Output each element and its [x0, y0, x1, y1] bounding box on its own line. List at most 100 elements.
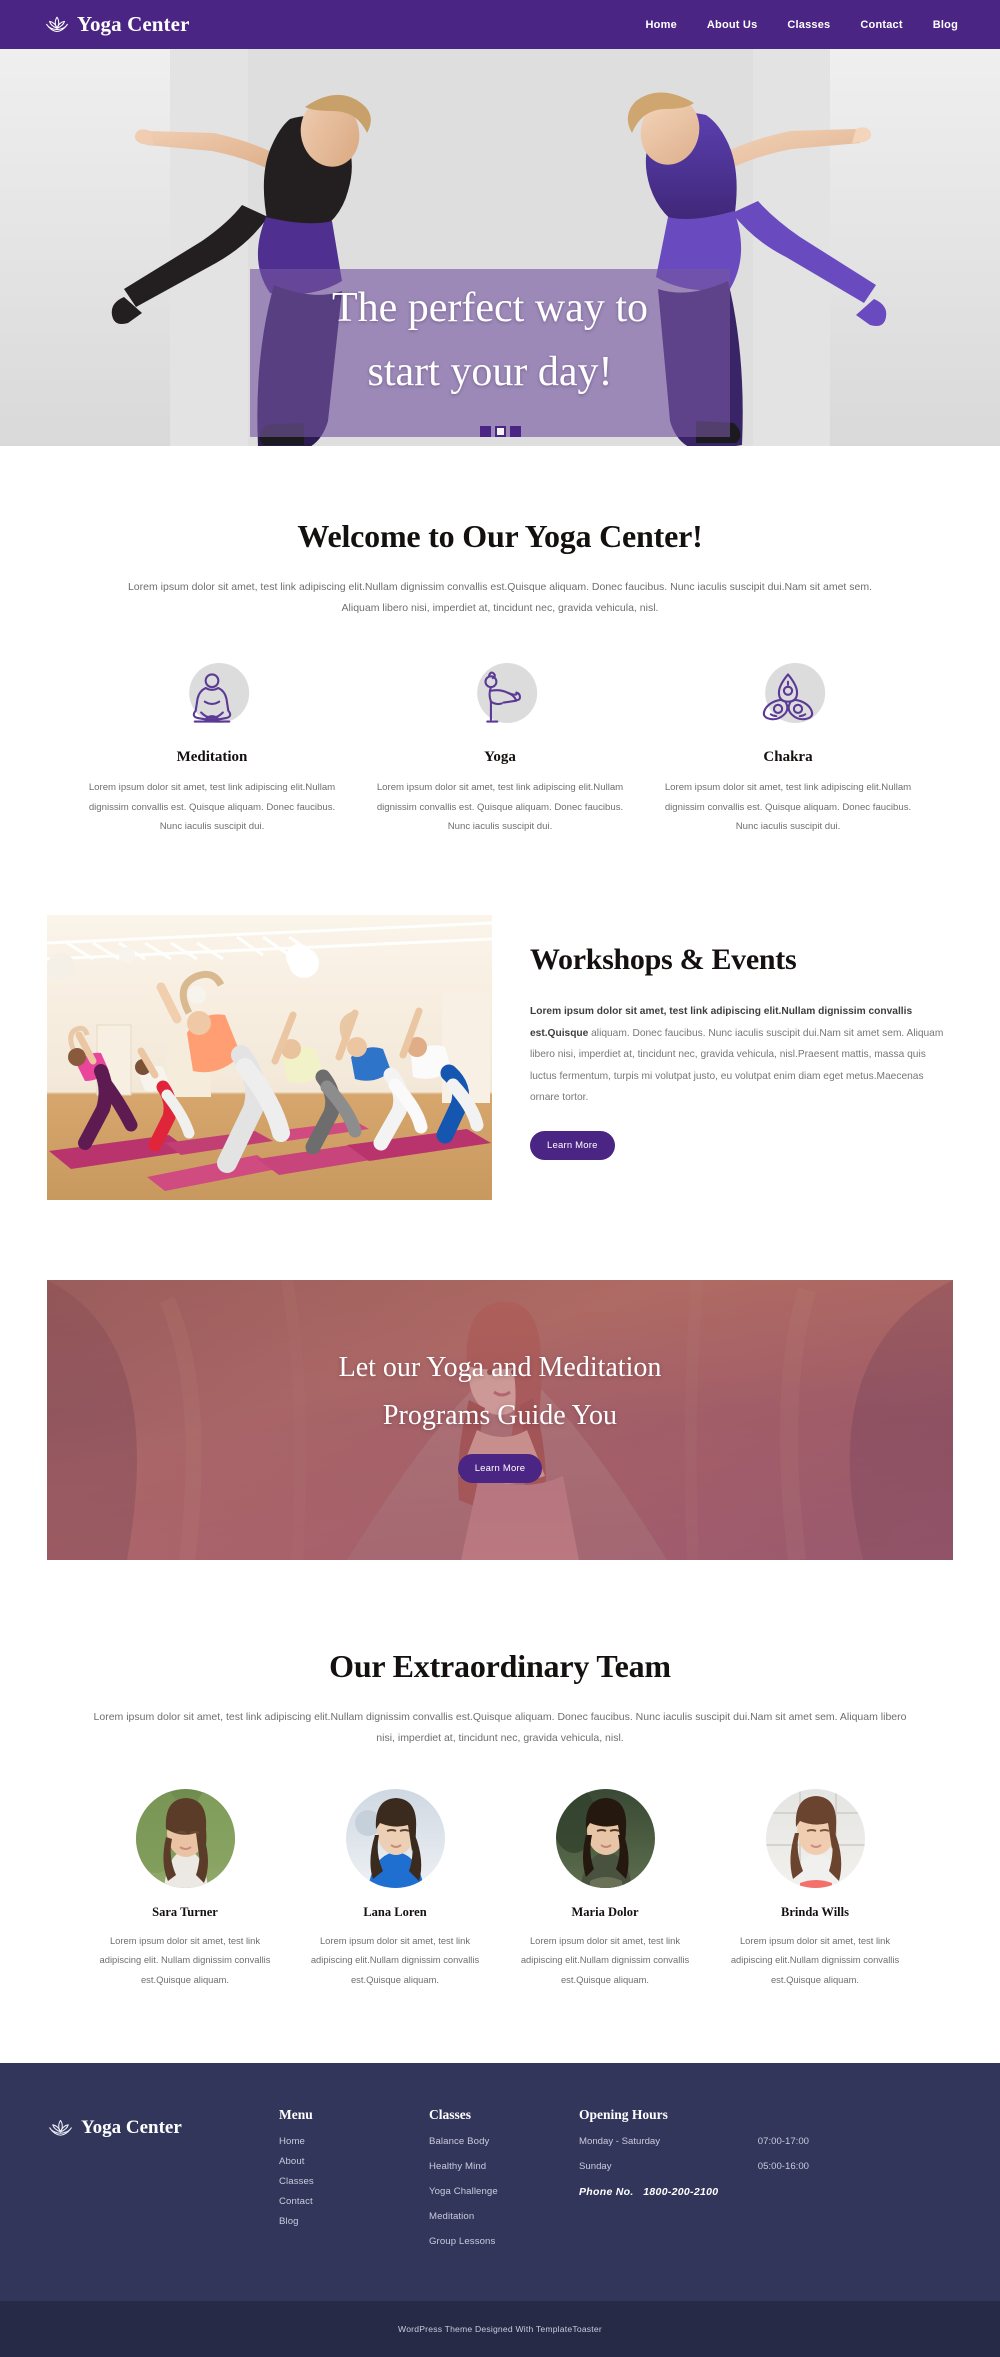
service-name: Meditation — [176, 749, 248, 765]
team-member-card: Lana Loren Lorem ipsum dolor sit amet, t… — [290, 1788, 500, 1989]
cta-banner: Let our Yoga and Meditation Programs Gui… — [47, 1279, 953, 1560]
service-desc: Lorem ipsum dolor sit amet, test link ad… — [376, 782, 624, 833]
avatar — [555, 1788, 655, 1888]
footer-link-classes[interactable]: Classes — [279, 2176, 413, 2187]
footer-link-about[interactable]: About — [279, 2156, 413, 2167]
footer-classes-col: Classes Balance Body Healthy Mind Yoga C… — [429, 2107, 579, 2261]
welcome-section: Welcome to Our Yoga Center! Lorem ipsum … — [0, 446, 1000, 837]
footer-phone: Phone No. 1800-200-2100 — [579, 2186, 863, 2198]
yoga-icon-wrap — [374, 661, 626, 735]
service-desc: Lorem ipsum dolor sit amet, test link ad… — [88, 782, 336, 833]
nav-item-home[interactable]: Home — [646, 19, 677, 31]
workshops-text-rest: aliquam. Donec faucibus. Nunc iaculis su… — [530, 1027, 944, 1104]
footer-menu-col: Menu Home About Classes Contact Blog — [279, 2107, 429, 2261]
team-title: Our Extraordinary Team — [329, 1647, 671, 1684]
hours-row-sunday: Sunday 05:00-16:00 — [579, 2161, 809, 2172]
hero-headline: The perfect way to start your day! — [250, 277, 730, 405]
member-desc: Lorem ipsum dolor sit amet, test link ad… — [99, 1934, 271, 1985]
member-desc: Lorem ipsum dolor sit amet, test link ad… — [730, 1934, 900, 1985]
avatar — [135, 1788, 235, 1888]
avatar-photo-sara-turner — [135, 1788, 235, 1888]
lotus-icon — [46, 16, 68, 32]
service-name: Chakra — [763, 749, 813, 765]
hours-row-weekdays: Monday - Saturday 07:00-17:00 — [579, 2136, 809, 2147]
member-desc: Lorem ipsum dolor sit amet, test link ad… — [310, 1934, 480, 1985]
phone-number[interactable]: 1800-200-2100 — [643, 2186, 718, 2198]
footer-link-contact[interactable]: Contact — [279, 2196, 413, 2207]
slider-pagination — [0, 426, 1000, 437]
nav-item-contact[interactable]: Contact — [860, 19, 902, 31]
primary-nav: Home About Us Classes Contact Blog — [646, 19, 958, 31]
avatar — [345, 1788, 445, 1888]
team-member-card: Brinda Wills Lorem ipsum dolor sit amet,… — [710, 1788, 920, 1989]
yoga-standing-pose-icon — [484, 671, 521, 723]
service-card-yoga: Yoga Lorem ipsum dolor sit amet, test li… — [356, 661, 644, 837]
footer-brand-name: Yoga Center — [81, 2117, 182, 2139]
hours-days: Monday - Saturday — [579, 2135, 661, 2147]
cta-headline: Let our Yoga and Meditation Programs Gui… — [339, 1344, 662, 1440]
service-card-chakra: Chakra Lorem ipsum dolor sit amet, test … — [644, 661, 932, 837]
avatar-photo-maria-dolor — [555, 1788, 655, 1888]
cta-banner-wrap: Let our Yoga and Meditation Programs Gui… — [0, 1279, 1000, 1560]
team-section: Our Extraordinary Team Lorem ipsum dolor… — [0, 1560, 1000, 1989]
footer-link-blog[interactable]: Blog — [279, 2216, 413, 2227]
welcome-title: Welcome to Our Yoga Center! — [297, 518, 703, 554]
workshops-section: Workshops & Events Lorem ipsum dolor sit… — [0, 914, 1000, 1200]
cta-headline-line-1: Let our Yoga and Meditation — [338, 1351, 662, 1383]
workshops-title: Workshops & Events — [530, 942, 797, 976]
slider-dot-3[interactable] — [509, 426, 521, 437]
chakra-icon-wrap — [662, 661, 914, 735]
footer-hours-col: Opening Hours Monday - Saturday 07:00-17… — [579, 2107, 879, 2261]
member-desc: Lorem ipsum dolor sit amet, test link ad… — [520, 1934, 690, 1985]
nav-item-classes[interactable]: Classes — [787, 19, 830, 31]
footer-link-home[interactable]: Home — [279, 2136, 413, 2147]
workshops-body: Workshops & Events Lorem ipsum dolor sit… — [530, 915, 953, 1161]
workshops-image — [47, 914, 492, 1200]
service-desc: Lorem ipsum dolor sit amet, test link ad… — [664, 782, 912, 833]
team-grid: Sara Turner Lorem ipsum dolor sit amet, … — [44, 1788, 956, 1989]
avatar — [765, 1788, 865, 1888]
footer-class-group-lessons[interactable]: Group Lessons — [429, 2236, 563, 2247]
footer-menu-heading: Menu — [279, 2106, 313, 2122]
slider-dot-1[interactable] — [479, 426, 491, 437]
nav-item-blog[interactable]: Blog — [933, 19, 958, 31]
footer-class-meditation[interactable]: Meditation — [429, 2211, 563, 2222]
slider-dot-2[interactable] — [494, 426, 506, 437]
team-member-card: Maria Dolor Lorem ipsum dolor sit amet, … — [500, 1788, 710, 1989]
meditation-icon-wrap — [86, 661, 338, 735]
yoga-class-triangle-pose-photo — [47, 914, 492, 1200]
hours-time: 05:00-16:00 — [757, 2160, 809, 2172]
footer-hours-heading: Opening Hours — [579, 2106, 668, 2122]
hours-days: Sunday — [579, 2160, 612, 2172]
avatar-photo-brinda-wills — [765, 1788, 865, 1888]
service-card-meditation: Meditation Lorem ipsum dolor sit amet, t… — [68, 661, 356, 837]
cta-headline-line-2: Programs Guide You — [382, 1400, 618, 1432]
site-header: Yoga Center Home About Us Classes Contac… — [0, 0, 1000, 49]
avatar-photo-lana-loren — [345, 1788, 445, 1888]
site-footer: Yoga Center Menu Home About Classes Cont… — [0, 2062, 1000, 2301]
member-name: Brinda Wills — [781, 1904, 849, 1919]
welcome-lead: Lorem ipsum dolor sit amet, test link ad… — [127, 581, 873, 614]
member-name: Maria Dolor — [571, 1904, 639, 1919]
workshops-text: Lorem ipsum dolor sit amet, test link ad… — [530, 1001, 953, 1109]
hero-headline-line-2: start your day! — [367, 348, 613, 395]
footer-class-balance-body[interactable]: Balance Body — [429, 2136, 563, 2147]
workshops-learn-more-button[interactable]: Learn More — [530, 1131, 615, 1161]
brand-name: Yoga Center — [77, 12, 190, 36]
footer-class-healthy-mind[interactable]: Healthy Mind — [429, 2161, 563, 2172]
site-logo[interactable]: Yoga Center — [44, 12, 190, 38]
phone-label: Phone No. — [579, 2185, 634, 2198]
hero-slider: The perfect way to start your day! — [0, 49, 1000, 446]
hours-time: 07:00-17:00 — [757, 2135, 809, 2147]
hero-headline-line-1: The perfect way to — [331, 285, 648, 331]
services-grid: Meditation Lorem ipsum dolor sit amet, t… — [44, 661, 956, 837]
copyright-text: WordPress Theme Designed With TemplateTo… — [398, 2323, 602, 2334]
footer-classes-heading: Classes — [429, 2106, 472, 2122]
footer-class-yoga-challenge[interactable]: Yoga Challenge — [429, 2186, 563, 2197]
nav-item-about-us[interactable]: About Us — [707, 19, 757, 31]
footer-logo[interactable]: Yoga Center — [47, 2115, 279, 2142]
footer-brand-col: Yoga Center — [47, 2107, 279, 2261]
member-name: Lana Loren — [363, 1904, 427, 1919]
cta-learn-more-button[interactable]: Learn More — [457, 1454, 543, 1484]
copyright-bar: WordPress Theme Designed With TemplateTo… — [0, 2300, 1000, 2357]
